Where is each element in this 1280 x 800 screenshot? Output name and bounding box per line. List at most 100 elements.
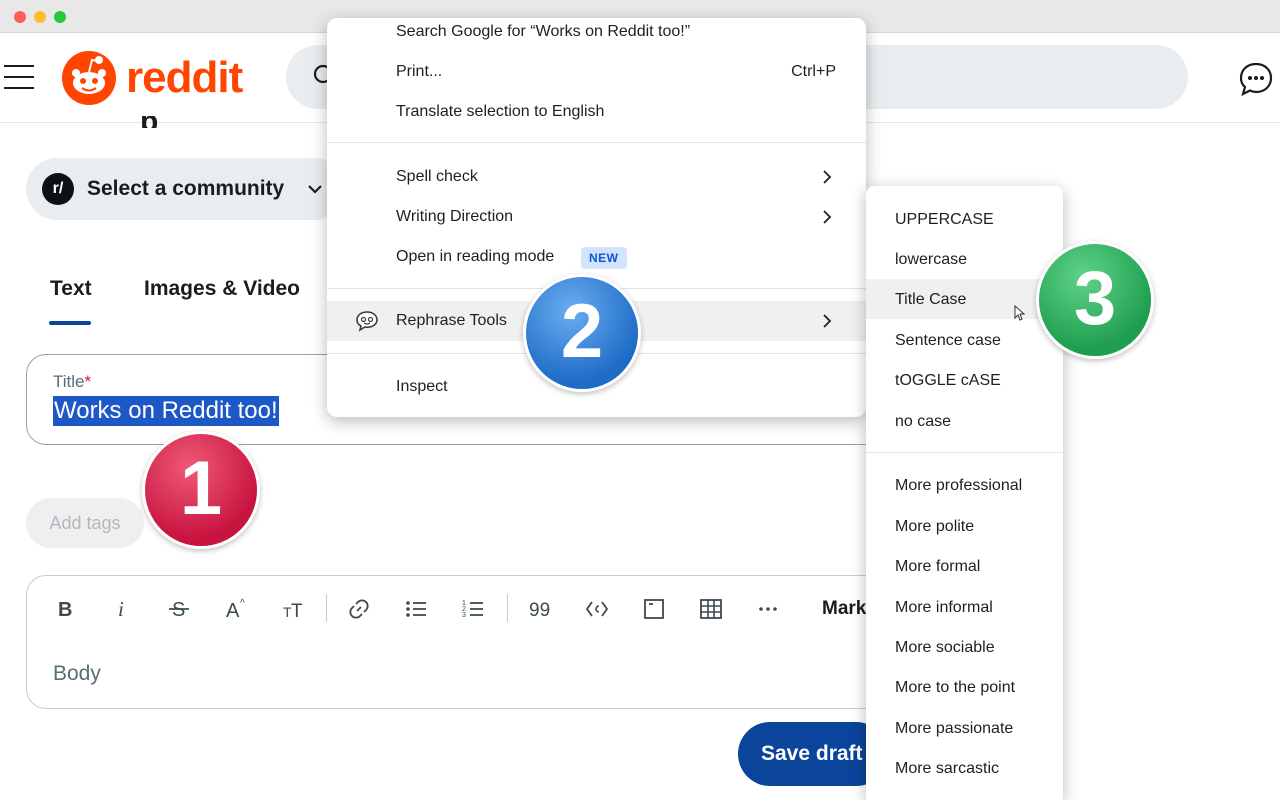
tab-images-video[interactable]: Images & Video <box>144 277 300 301</box>
menu-item-reading-mode[interactable]: Open in reading mode NEW <box>327 237 866 277</box>
maximize-window-button[interactable] <box>54 11 66 23</box>
submenu-item-more-sociable[interactable]: More sociable <box>866 627 1063 667</box>
submenu-item-label: More sociable <box>895 639 995 656</box>
rephrase-extension-icon <box>356 311 378 332</box>
submenu-item-label: lowercase <box>895 251 968 268</box>
tab-text[interactable]: Text <box>50 277 92 301</box>
bullet-list-icon[interactable] <box>400 594 432 624</box>
body-editor[interactable]: B i S A ^ TT 123 99 Mark Body <box>26 575 906 709</box>
submenu-item-label: More passionate <box>895 720 1014 737</box>
submenu-item-title-case[interactable]: Title Case <box>866 279 1063 319</box>
toolbar-divider <box>326 594 327 622</box>
svg-text:3: 3 <box>462 612 466 619</box>
active-tab-indicator <box>49 321 91 325</box>
link-icon[interactable] <box>343 594 375 624</box>
code-block-icon[interactable] <box>638 594 670 624</box>
submenu-separator <box>866 452 1063 453</box>
print-shortcut: Ctrl+P <box>791 63 836 80</box>
submenu-item-toggle-case[interactable]: tOGGLE cASE <box>866 360 1063 400</box>
reddit-logo-icon[interactable] <box>62 51 116 105</box>
title-input-selected-text[interactable]: Works on Reddit too! <box>53 396 279 426</box>
title-field-label: Title* <box>53 372 91 392</box>
more-icon[interactable] <box>752 594 784 624</box>
numbered-list-icon[interactable]: 123 <box>457 594 489 624</box>
submenu-item-label: More professional <box>895 477 1023 494</box>
svg-text:T: T <box>291 601 303 621</box>
community-selector[interactable]: r/ Select a community <box>26 158 346 220</box>
submenu-item-uppercase[interactable]: UPPERCASE <box>866 199 1063 239</box>
heading-icon[interactable]: TT <box>277 594 309 624</box>
strikethrough-icon[interactable]: S <box>163 594 195 624</box>
menu-item-label: Rephrase Tools <box>396 312 507 329</box>
submenu-item-label: Title Case <box>895 291 967 308</box>
step-badge-3: 3 <box>1036 241 1154 359</box>
required-mark: * <box>84 372 92 391</box>
toolbar-divider <box>507 594 508 622</box>
submenu-item-more-formal[interactable]: More formal <box>866 546 1063 586</box>
quote-icon[interactable]: 99 <box>524 594 556 624</box>
submenu-item-more-polite[interactable]: More polite <box>866 506 1063 546</box>
add-tags-button[interactable]: Add tags <box>26 498 144 548</box>
menu-item-label: Spell check <box>396 168 478 185</box>
chevron-right-icon <box>823 314 832 328</box>
submenu-item-sentence-case[interactable]: Sentence case <box>866 320 1063 360</box>
menu-item-label: Search Google for “Works on Reddit too!” <box>396 23 691 40</box>
markdown-toggle[interactable]: Mark <box>822 598 866 620</box>
rephrase-submenu: UPPERCASE lowercase Title Case Sentence … <box>866 186 1063 800</box>
close-window-button[interactable] <box>14 11 26 23</box>
submenu-item-more-professional[interactable]: More professional <box>866 465 1063 505</box>
submenu-item-lowercase[interactable]: lowercase <box>866 239 1063 279</box>
svg-text:B: B <box>58 599 72 621</box>
submenu-item-label: More to the point <box>895 679 1016 696</box>
menu-item-label: Writing Direction <box>396 208 514 225</box>
submenu-item-more-sarcastic[interactable]: More sarcastic <box>866 748 1063 788</box>
submenu-item-more-informal[interactable]: More informal <box>866 587 1063 627</box>
submenu-item-label: no case <box>895 413 952 430</box>
menu-icon[interactable] <box>4 65 34 89</box>
menu-item-spell-check[interactable]: Spell check <box>327 157 866 197</box>
menu-item-label: Open in reading mode <box>396 248 555 265</box>
reddit-wordmark[interactable]: reddit <box>126 51 243 105</box>
mouse-cursor-icon <box>1014 305 1026 321</box>
table-icon[interactable] <box>695 594 727 624</box>
submenu-item-label: tOGGLE cASE <box>895 372 1001 389</box>
bold-icon[interactable]: B <box>49 594 81 624</box>
menu-item-writing-direction[interactable]: Writing Direction <box>327 197 866 237</box>
submenu-item-label: Sentence case <box>895 332 1001 349</box>
submenu-item-label: UPPERCASE <box>895 211 994 228</box>
svg-text:S: S <box>172 599 185 621</box>
menu-item-print[interactable]: Print... Ctrl+P <box>327 52 866 92</box>
submenu-item-label: More polite <box>895 518 975 535</box>
new-badge: NEW <box>581 247 627 269</box>
chevron-right-icon <box>823 210 832 224</box>
page-heading-fragment: p <box>140 116 166 128</box>
menu-item-search-google[interactable]: Search Google for “Works on Reddit too!” <box>327 18 866 52</box>
svg-text:99: 99 <box>529 600 550 621</box>
chevron-right-icon <box>823 170 832 184</box>
menu-item-label: Inspect <box>396 378 448 395</box>
step-badge-1: 1 <box>142 431 260 549</box>
step-badge-2: 2 <box>523 274 641 392</box>
chat-icon[interactable] <box>1238 61 1274 97</box>
menu-item-translate[interactable]: Translate selection to English <box>327 92 866 132</box>
title-label-text: Title <box>53 372 85 391</box>
svg-text:A: A <box>226 600 240 621</box>
italic-icon[interactable]: i <box>106 594 138 624</box>
code-icon[interactable] <box>581 594 613 624</box>
chevron-down-icon <box>308 185 322 194</box>
superscript-icon[interactable]: A ^ <box>220 594 252 624</box>
body-placeholder: Body <box>53 662 101 685</box>
submenu-item-more-to-the-point[interactable]: More to the point <box>866 667 1063 707</box>
submenu-item-label: More informal <box>895 599 993 616</box>
svg-text:^: ^ <box>240 598 245 609</box>
svg-text:i: i <box>118 597 124 621</box>
submenu-item-label: More sarcastic <box>895 760 1000 777</box>
submenu-item-more-passionate[interactable]: More passionate <box>866 708 1063 748</box>
menu-item-label: Print... <box>396 63 443 80</box>
minimize-window-button[interactable] <box>34 11 46 23</box>
community-selector-label: Select a community <box>87 177 285 200</box>
menu-item-label: Translate selection to English <box>396 103 605 120</box>
submenu-item-no-case[interactable]: no case <box>866 401 1063 441</box>
menu-separator <box>327 142 866 143</box>
submenu-item-label: More formal <box>895 558 981 575</box>
